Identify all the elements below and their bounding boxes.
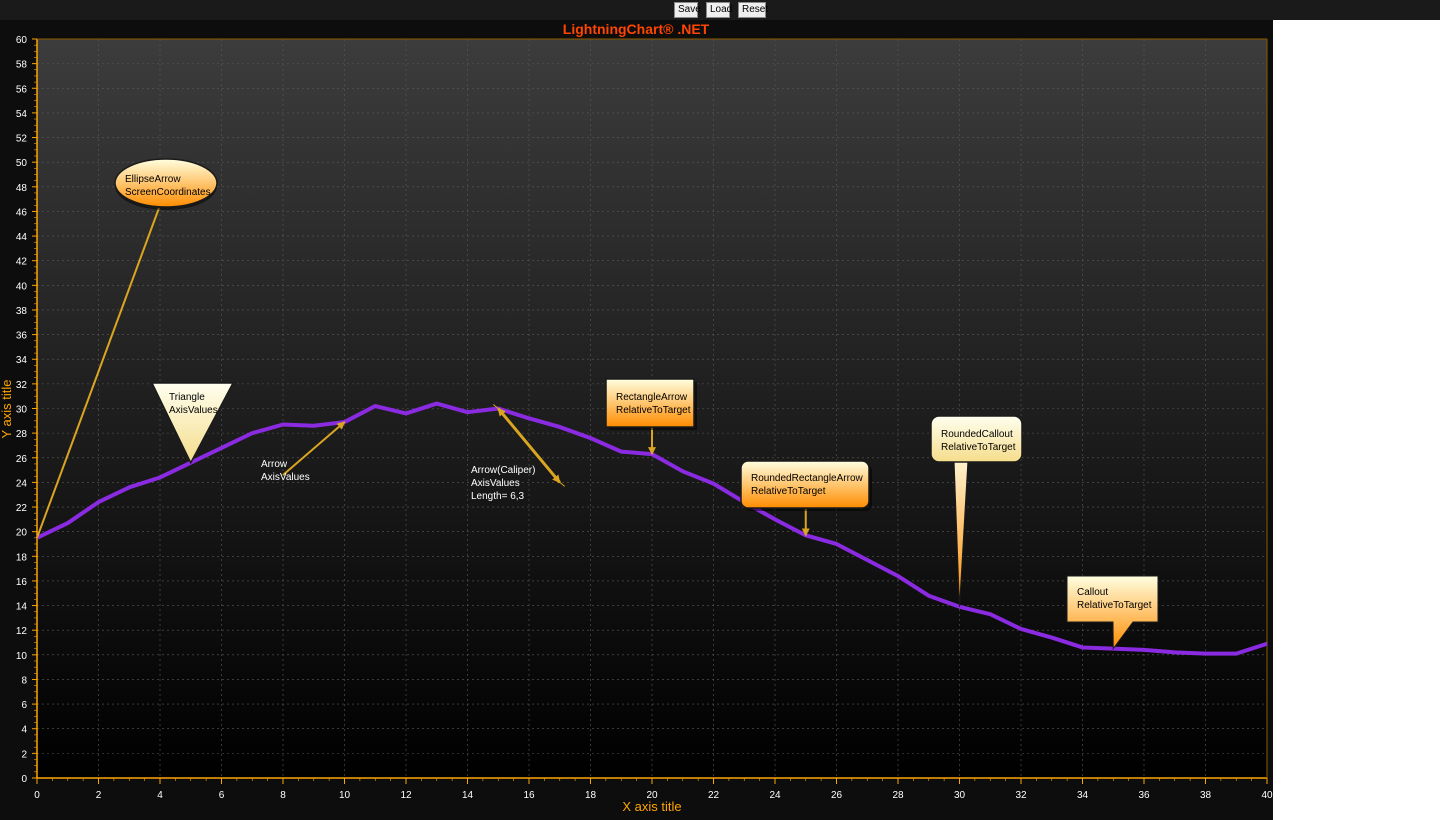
annotation-text: RoundedRectangleArrow — [751, 473, 864, 484]
y-tick-label: 48 — [16, 183, 28, 194]
annotation-text: RelativeToTarget — [616, 405, 691, 416]
y-tick-label: 40 — [16, 281, 28, 292]
x-axis-title: X axis title — [622, 799, 681, 814]
annotation-text: ScreenCoordinates — [125, 187, 211, 198]
x-tick-label: 36 — [1138, 790, 1150, 801]
x-tick-label: 26 — [831, 790, 843, 801]
y-tick-label: 6 — [21, 700, 27, 711]
annotation-text: Length= 6,3 — [471, 491, 525, 502]
chart[interactable]: 0246810121416182022242628303234363840424… — [0, 20, 1273, 820]
annotation-text: RelativeToTarget — [941, 442, 1016, 453]
x-tick-label: 38 — [1200, 790, 1212, 801]
y-tick-label: 18 — [16, 552, 28, 563]
annotation-text: Callout — [1077, 587, 1108, 598]
annotation-text: Arrow — [261, 459, 288, 470]
annotation-text: RectangleArrow — [616, 392, 688, 403]
annotation-text: Arrow(Caliper) — [471, 465, 535, 476]
x-tick-label: 2 — [96, 790, 102, 801]
y-tick-label: 46 — [16, 207, 28, 218]
x-tick-label: 32 — [1015, 790, 1027, 801]
x-tick-label: 14 — [462, 790, 474, 801]
y-tick-label: 0 — [21, 774, 27, 785]
annotation-shape — [605, 378, 695, 428]
y-tick-label: 24 — [16, 478, 28, 489]
y-tick-label: 30 — [16, 405, 28, 416]
y-tick-label: 16 — [16, 577, 28, 588]
x-tick-label: 28 — [892, 790, 904, 801]
annotation-text: RoundedCallout — [941, 429, 1013, 440]
y-tick-label: 8 — [21, 675, 27, 686]
x-tick-label: 10 — [339, 790, 351, 801]
side-panel — [1273, 20, 1440, 820]
y-tick-label: 12 — [16, 626, 28, 637]
x-tick-label: 0 — [34, 790, 40, 801]
y-tick-label: 20 — [16, 528, 28, 539]
annotation-text: RelativeToTarget — [1077, 600, 1152, 611]
y-tick-label: 56 — [16, 84, 28, 95]
load-button[interactable]: Load — [706, 2, 732, 18]
y-tick-label: 10 — [16, 651, 28, 662]
y-tick-label: 28 — [16, 429, 28, 440]
y-tick-label: 42 — [16, 257, 28, 268]
y-tick-label: 34 — [16, 355, 28, 366]
x-tick-label: 22 — [708, 790, 720, 801]
x-tick-label: 6 — [219, 790, 225, 801]
x-tick-label: 24 — [769, 790, 781, 801]
y-tick-label: 60 — [16, 35, 28, 46]
x-tick-label: 18 — [585, 790, 597, 801]
x-tick-label: 12 — [400, 790, 412, 801]
x-tick-label: 16 — [523, 790, 535, 801]
x-tick-label: 40 — [1261, 790, 1273, 801]
annotation-text: AxisValues — [261, 472, 310, 483]
y-tick-label: 54 — [16, 109, 28, 120]
y-tick-label: 14 — [16, 602, 28, 613]
y-tick-label: 52 — [16, 134, 28, 145]
y-axis-title: Y axis title — [0, 379, 14, 438]
x-tick-label: 4 — [157, 790, 163, 801]
y-tick-label: 22 — [16, 503, 28, 514]
annotation-text: AxisValues — [169, 405, 218, 416]
y-tick-label: 58 — [16, 60, 28, 71]
y-tick-label: 36 — [16, 331, 28, 342]
x-tick-label: 8 — [280, 790, 286, 801]
annotation-text: AxisValues — [471, 478, 520, 489]
y-tick-label: 44 — [16, 232, 28, 243]
y-tick-label: 26 — [16, 454, 28, 465]
annotation-text: EllipseArrow — [125, 174, 181, 185]
annotation-text: RelativeToTarget — [751, 486, 826, 497]
toolbar: Save Load Reset — [0, 0, 1440, 20]
annotation-shape — [740, 460, 870, 509]
x-tick-label: 30 — [954, 790, 966, 801]
y-tick-label: 50 — [16, 158, 28, 169]
y-tick-label: 4 — [21, 725, 27, 736]
x-tick-label: 34 — [1077, 790, 1089, 801]
annotation-text: Triangle — [169, 392, 205, 403]
y-tick-label: 38 — [16, 306, 28, 317]
save-button[interactable]: Save — [674, 2, 701, 18]
y-tick-label: 2 — [21, 749, 27, 760]
chart-title: LightningChart® .NET — [563, 21, 710, 37]
reset-button[interactable]: Reset — [738, 2, 768, 18]
y-tick-label: 32 — [16, 380, 28, 391]
